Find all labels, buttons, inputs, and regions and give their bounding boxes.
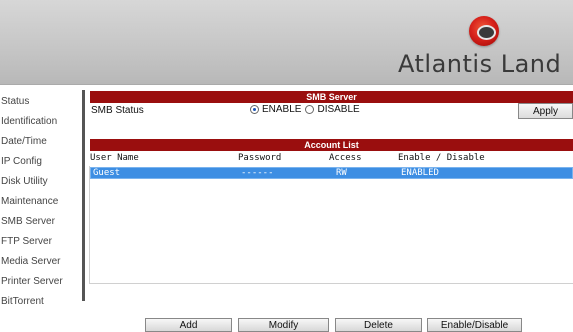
sidebar-item-ip-config[interactable]: IP Config bbox=[0, 152, 86, 172]
account-table-header: User Name Password Access Enable / Disab… bbox=[90, 153, 573, 166]
delete-button[interactable]: Delete bbox=[335, 318, 422, 332]
sidebar-divider bbox=[82, 90, 85, 301]
col-enable-disable: Enable / Disable bbox=[398, 153, 485, 163]
cell-status: ENABLED bbox=[401, 168, 439, 178]
cell-access: RW bbox=[336, 168, 347, 178]
cell-user: Guest bbox=[93, 168, 121, 178]
brand-logo-icon bbox=[469, 16, 499, 46]
brand-name: Atlantis Land bbox=[398, 50, 562, 78]
sidebar-item-status[interactable]: Status bbox=[0, 92, 86, 112]
sidebar-item-ftp-server[interactable]: FTP Server bbox=[0, 232, 86, 252]
sidebar-item-disk-utility[interactable]: Disk Utility bbox=[0, 172, 86, 192]
disable-radio-label[interactable]: DISABLE bbox=[317, 104, 359, 115]
smb-status-label: SMB Status bbox=[91, 105, 144, 116]
sidebar-item-date-time[interactable]: Date/Time bbox=[0, 132, 86, 152]
header-banner: Atlantis Land bbox=[0, 0, 573, 85]
enable-radio[interactable] bbox=[250, 105, 259, 114]
account-list[interactable] bbox=[89, 166, 573, 284]
sidebar-nav: Status Identification Date/Time IP Confi… bbox=[0, 92, 86, 312]
sidebar-item-identification[interactable]: Identification bbox=[0, 112, 86, 132]
smb-section-bar: SMB Server bbox=[90, 91, 573, 103]
col-access: Access bbox=[329, 153, 362, 163]
cell-password: ------ bbox=[241, 168, 274, 178]
disable-radio[interactable] bbox=[305, 105, 315, 114]
sidebar-item-smb-server[interactable]: SMB Server bbox=[0, 212, 86, 232]
smb-status-radio-group: ENABLE DISABLE bbox=[250, 104, 364, 115]
enable-disable-button[interactable]: Enable/Disable bbox=[427, 318, 522, 332]
table-row[interactable]: Guest ------ RW ENABLED bbox=[90, 167, 573, 179]
account-list-bar: Account List bbox=[90, 139, 573, 151]
apply-button[interactable]: Apply bbox=[518, 103, 573, 119]
sidebar-item-printer-server[interactable]: Printer Server bbox=[0, 272, 86, 292]
sidebar-item-media-server[interactable]: Media Server bbox=[0, 252, 86, 272]
modify-button[interactable]: Modify bbox=[238, 318, 329, 332]
add-button[interactable]: Add bbox=[145, 318, 232, 332]
enable-radio-label[interactable]: ENABLE bbox=[262, 104, 301, 115]
sidebar-item-maintenance[interactable]: Maintenance bbox=[0, 192, 86, 212]
sidebar-item-bittorrent[interactable]: BitTorrent bbox=[0, 292, 86, 312]
col-password: Password bbox=[238, 153, 282, 163]
col-user-name: User Name bbox=[90, 153, 139, 163]
